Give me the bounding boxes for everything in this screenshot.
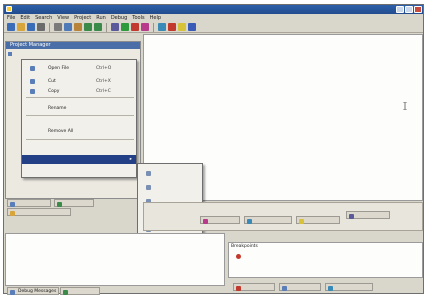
- context-menu-item-label: Copy: [48, 89, 60, 94]
- menu-edit[interactable]: Edit: [20, 15, 30, 22]
- context-menu-item[interactable]: ▸: [22, 155, 136, 164]
- menu-tools[interactable]: Tools: [132, 15, 144, 22]
- tree-item[interactable]: [14, 51, 134, 58]
- submenu-item[interactable]: [138, 168, 202, 179]
- new-file-icon[interactable]: [7, 23, 15, 31]
- context-menu-item-label: Cut: [48, 79, 56, 84]
- minimize-button[interactable]: [396, 6, 404, 13]
- chevron-right-icon: ▸: [129, 157, 132, 162]
- page-icon: [10, 210, 15, 216]
- variables-icon: [299, 218, 304, 224]
- title-bar[interactable]: [4, 5, 423, 14]
- menu-view[interactable]: View: [57, 15, 69, 22]
- context-menu-item[interactable]: Rename: [22, 104, 136, 113]
- tab-left-0[interactable]: [7, 199, 51, 207]
- open-folder-icon[interactable]: [17, 23, 25, 31]
- context-menu-item[interactable]: Copy Ctrl+C: [22, 87, 136, 96]
- breakpoint-icon: [236, 254, 241, 259]
- tab-vars[interactable]: [296, 216, 340, 224]
- context-menu-item[interactable]: Remove All: [22, 127, 136, 136]
- context-menu-item-label: Open File: [48, 66, 69, 71]
- folder-icon: [8, 52, 12, 56]
- shortcut-label: Ctrl+C: [96, 89, 111, 94]
- page-icon: [282, 285, 287, 291]
- toolbar-separator: [49, 22, 50, 32]
- menu-bar: File Edit Search View Project Run Debug Tools He…: [4, 15, 423, 22]
- print-icon[interactable]: [37, 23, 45, 31]
- page-icon: [328, 285, 333, 291]
- step-icon[interactable]: [158, 23, 166, 31]
- open-file-icon: [30, 66, 35, 71]
- debug-messages-panel[interactable]: [5, 233, 225, 286]
- tab-left-2[interactable]: [7, 208, 71, 216]
- item-icon: [146, 185, 151, 190]
- toolbar-separator: [106, 22, 107, 32]
- breakpoint-icon: [236, 285, 241, 291]
- copy-icon[interactable]: [64, 23, 72, 31]
- undo-icon[interactable]: [84, 23, 92, 31]
- menu-debug[interactable]: Debug: [111, 15, 127, 22]
- menu-separator: [26, 97, 134, 98]
- redo-icon[interactable]: [94, 23, 102, 31]
- breakpoints-header: Breakpoints: [231, 244, 258, 249]
- debug-icon[interactable]: [141, 23, 149, 31]
- app-icon: [6, 6, 12, 12]
- watch-icon: [203, 218, 208, 224]
- menu-separator: [26, 115, 134, 116]
- context-menu-item[interactable]: [22, 118, 136, 127]
- tab-lower-right-2[interactable]: [325, 283, 373, 291]
- context-menu-item[interactable]: [22, 142, 136, 151]
- tab-left-1[interactable]: [54, 199, 94, 207]
- copy-icon: [30, 89, 35, 94]
- close-button[interactable]: [414, 6, 422, 13]
- maximize-button[interactable]: [405, 6, 413, 13]
- tool-icon[interactable]: [178, 23, 186, 31]
- context-menu-item[interactable]: Open File Ctrl+O: [22, 64, 136, 73]
- menu-run[interactable]: Run: [96, 15, 106, 22]
- menu-separator: [26, 139, 134, 140]
- context-menu-item-label: Remove All: [48, 129, 74, 134]
- shortcut-label: Ctrl+X: [96, 79, 111, 84]
- tab-lower-right-0[interactable]: [233, 283, 275, 291]
- page-icon: [63, 289, 68, 295]
- breakpoint-icon[interactable]: [168, 23, 176, 31]
- stack-icon: [247, 218, 252, 224]
- message-icon: [10, 289, 15, 295]
- tab-stack[interactable]: [244, 216, 292, 224]
- toolbar: [4, 22, 423, 33]
- submenu-item[interactable]: [138, 182, 202, 193]
- page-icon: [57, 201, 62, 207]
- context-menu: Open File Ctrl+O Cut Ctrl+X Copy Ctrl+C Rename…: [21, 59, 137, 178]
- stop-icon[interactable]: [131, 23, 139, 31]
- output-icon: [349, 213, 354, 219]
- menu-project[interactable]: Project: [74, 15, 91, 22]
- context-menu-item[interactable]: Cut Ctrl+X: [22, 77, 136, 86]
- tab-watch[interactable]: [200, 216, 240, 224]
- tab-output[interactable]: [346, 211, 390, 219]
- tab-lower-1[interactable]: [60, 287, 100, 295]
- shortcut-label: Ctrl+O: [96, 66, 112, 71]
- text-cursor: [403, 101, 407, 111]
- paste-icon[interactable]: [74, 23, 82, 31]
- menu-search[interactable]: Search: [35, 15, 52, 22]
- save-icon[interactable]: [27, 23, 35, 31]
- run-icon[interactable]: [121, 23, 129, 31]
- cut-icon[interactable]: [54, 23, 62, 31]
- tab-lower-right-1[interactable]: [279, 283, 321, 291]
- menu-help[interactable]: Help: [150, 15, 161, 22]
- menu-file[interactable]: File: [7, 15, 15, 22]
- project-pane-header: Project Manager: [6, 42, 140, 49]
- page-icon: [10, 201, 15, 207]
- context-menu-item-label: Rename: [48, 106, 67, 111]
- help-icon[interactable]: [188, 23, 196, 31]
- find-icon[interactable]: [111, 23, 119, 31]
- tab-debug-messages[interactable]: Debug Messages: [7, 287, 59, 295]
- item-icon: [146, 171, 151, 176]
- toolbar-separator: [153, 22, 154, 32]
- cut-icon: [30, 79, 35, 84]
